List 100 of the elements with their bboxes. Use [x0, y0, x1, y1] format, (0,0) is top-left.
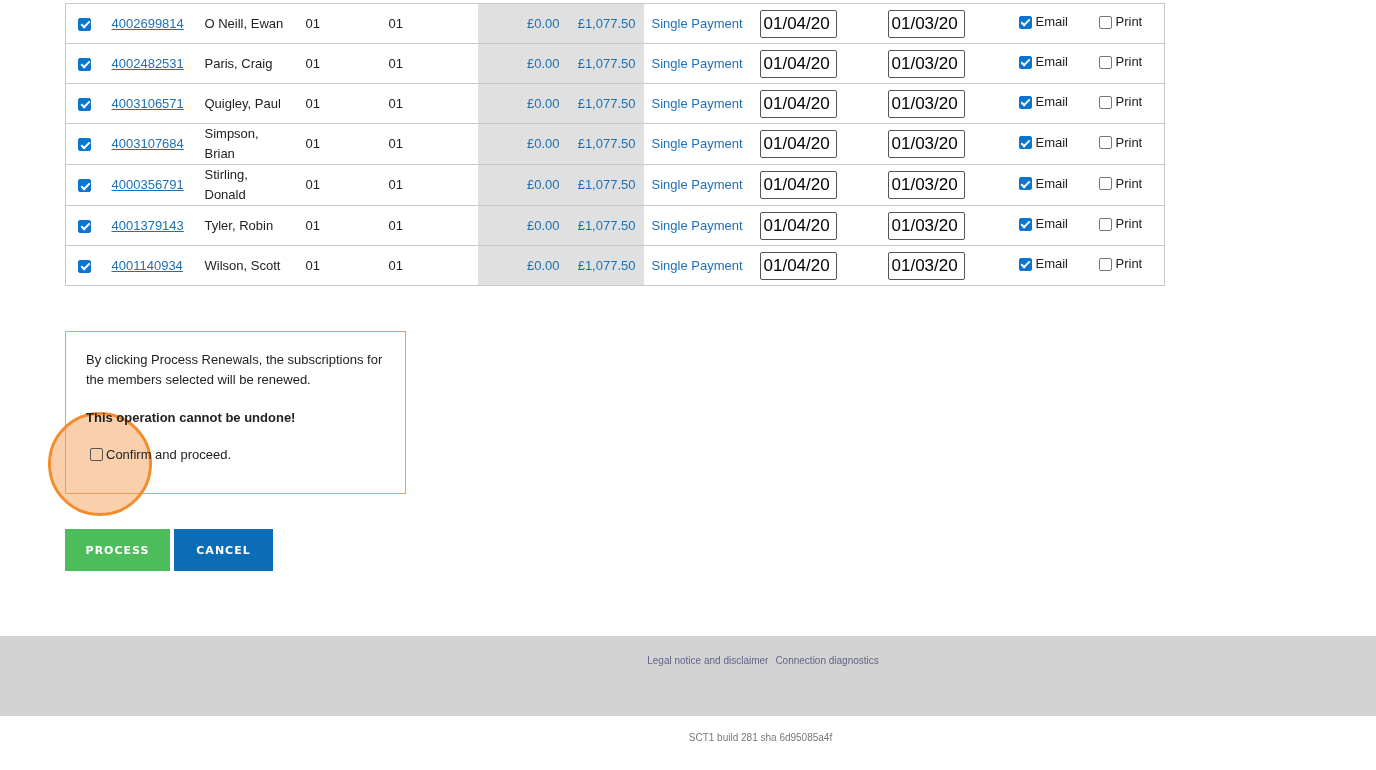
print-checkbox[interactable]	[1098, 136, 1112, 150]
date-field[interactable]: 01/04/20	[759, 9, 837, 38]
member-name: Simpson, Brian	[204, 125, 260, 163]
amount: £1,077.50	[577, 95, 636, 111]
cancel-button[interactable]: CANCEL	[174, 529, 273, 571]
amount: £0.00	[526, 217, 560, 233]
payment-type: Single Payment	[651, 136, 743, 151]
member-name: Tyler, Robin	[204, 216, 274, 235]
date-field[interactable]: 01/04/20	[759, 89, 837, 118]
print-checkbox[interactable]	[1098, 55, 1112, 69]
table-cell: 01	[305, 136, 320, 151]
print-checkbox[interactable]	[1098, 217, 1112, 231]
amount: £0.00	[526, 136, 560, 151]
email-checkbox[interactable]	[1018, 177, 1032, 191]
row-checkbox[interactable]	[78, 97, 91, 111]
confirm-checkbox[interactable]	[90, 448, 103, 461]
email-checkbox[interactable]	[1018, 15, 1032, 29]
date-field[interactable]: 01/03/20	[887, 49, 965, 78]
date-field[interactable]: 01/04/20	[759, 49, 837, 78]
checkbox-label: Print	[1115, 13, 1143, 32]
checkbox-label: Print	[1115, 93, 1143, 112]
checkbox-label: Email	[1035, 133, 1068, 152]
row-checkbox[interactable]	[78, 57, 91, 71]
date-field[interactable]: 01/03/20	[887, 9, 965, 38]
date-field[interactable]: 01/04/20	[759, 251, 837, 280]
member-name: O Neill, Ewan	[204, 14, 284, 33]
date-field[interactable]: 01/04/20	[759, 211, 837, 240]
member-number-link[interactable]: 4002699814	[111, 15, 184, 31]
email-checkbox[interactable]	[1018, 217, 1032, 231]
row-checkbox[interactable]	[78, 17, 91, 31]
member-name: Paris, Craig	[204, 54, 273, 73]
footer-link[interactable]: Connection diagnostics	[775, 655, 879, 716]
payment-type: Single Payment	[651, 55, 743, 71]
checkbox-label: Email	[1035, 53, 1068, 72]
checkbox-label: Print	[1115, 133, 1143, 152]
checkbox-label: Email	[1035, 215, 1068, 234]
table-cell: 01	[388, 257, 403, 273]
amount: £0.00	[526, 95, 560, 111]
checkbox-label: Email	[1035, 13, 1068, 32]
email-checkbox[interactable]	[1018, 257, 1032, 271]
table-cell: 01	[388, 177, 403, 192]
print-checkbox[interactable]	[1098, 257, 1112, 271]
date-field[interactable]: 01/03/20	[887, 211, 965, 240]
print-checkbox[interactable]	[1098, 177, 1112, 191]
table-cell: 01	[388, 55, 403, 71]
amount: £1,077.50	[577, 55, 636, 71]
amount: £0.00	[526, 257, 560, 273]
member-number-link[interactable]: 4001140934	[111, 257, 183, 273]
date-field[interactable]: 01/04/20	[759, 130, 837, 158]
member-name: Stirling, Donald	[204, 166, 249, 204]
row-checkbox[interactable]	[78, 259, 91, 273]
checkbox-label: Print	[1115, 255, 1143, 274]
print-checkbox[interactable]	[1098, 15, 1112, 29]
amount: £1,077.50	[577, 177, 636, 192]
amount: £1,077.50	[577, 257, 636, 273]
member-name: Wilson, Scott	[204, 256, 281, 275]
amount: £0.00	[526, 55, 560, 71]
table-cell: 01	[305, 257, 320, 273]
payment-type: Single Payment	[651, 95, 743, 111]
table-cell: 01	[305, 217, 320, 233]
amount: £0.00	[526, 177, 560, 192]
member-number-link[interactable]: 4003106571	[111, 95, 184, 111]
member-name: Quigley, Paul	[204, 94, 281, 113]
date-field[interactable]: 01/03/20	[887, 89, 965, 118]
member-number-link[interactable]: 4000356791	[111, 177, 184, 192]
print-checkbox[interactable]	[1098, 95, 1112, 109]
date-field[interactable]: 01/03/20	[887, 171, 965, 199]
table-cell: 01	[388, 217, 403, 233]
amount: £1,077.50	[577, 15, 636, 31]
date-field[interactable]: 01/03/20	[887, 251, 965, 280]
email-checkbox[interactable]	[1018, 95, 1032, 109]
amount: £1,077.50	[577, 217, 636, 233]
footer-link[interactable]: Legal notice and disclaimer	[647, 655, 769, 716]
checkbox-label: Email	[1035, 174, 1068, 193]
date-field[interactable]: 01/04/20	[759, 171, 837, 199]
date-field[interactable]: 01/03/20	[887, 130, 965, 158]
payment-type: Single Payment	[651, 15, 743, 31]
checkbox-label: Print	[1115, 174, 1143, 193]
payment-type: Single Payment	[651, 257, 743, 273]
build-info: SCT1 build 281 sha 6d95085a4f	[688, 732, 833, 743]
row-checkbox[interactable]	[78, 219, 91, 233]
member-number-link[interactable]: 4003107684	[111, 136, 184, 151]
member-number-link[interactable]: 4002482531	[111, 55, 184, 71]
table-cell: 01	[388, 136, 403, 151]
email-checkbox[interactable]	[1018, 136, 1032, 150]
table-cell: 01	[305, 15, 320, 31]
amount: £0.00	[526, 15, 560, 31]
table-cell: 01	[305, 55, 320, 71]
table-cell: 01	[388, 95, 403, 111]
table-cell: 01	[305, 177, 320, 192]
table-cell: 01	[388, 15, 403, 31]
row-checkbox[interactable]	[78, 179, 91, 193]
checkbox-label: Print	[1115, 53, 1143, 72]
checkbox-label: Print	[1115, 215, 1143, 234]
payment-type: Single Payment	[651, 217, 743, 233]
table-cell: 01	[305, 95, 320, 111]
row-checkbox[interactable]	[78, 138, 91, 152]
email-checkbox[interactable]	[1018, 55, 1032, 69]
checkbox-label: Email	[1035, 255, 1068, 274]
member-number-link[interactable]: 4001379143	[111, 217, 184, 233]
